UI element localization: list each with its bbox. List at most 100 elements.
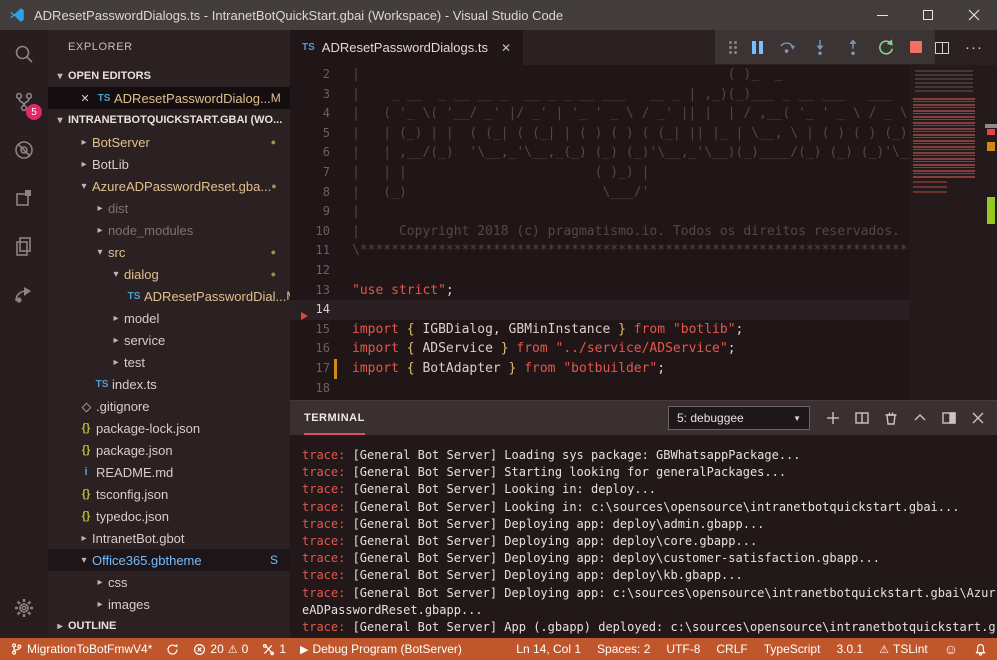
- feedback-smiley-icon[interactable]: ☺: [944, 641, 958, 657]
- eol-sequence[interactable]: CRLF: [716, 642, 747, 656]
- search-icon[interactable]: [0, 30, 48, 78]
- code-line-19[interactable]: 19export class ADResetPasswordDialog {: [290, 398, 997, 400]
- tree-item-readme-md[interactable]: iREADME.md: [48, 461, 290, 483]
- problems-item[interactable]: 20 ⚠ 0: [193, 642, 248, 656]
- git-modified-dot: ●: [271, 269, 276, 279]
- tree-item-index-ts[interactable]: TSindex.ts: [48, 373, 290, 395]
- code-line-2[interactable]: 2| ( )_ _: [290, 65, 997, 85]
- terminal-output[interactable]: trace: [General Bot Server] Loading sys …: [290, 435, 997, 638]
- minimap[interactable]: [909, 65, 985, 400]
- minimize-button[interactable]: [859, 0, 905, 30]
- code-line-6[interactable]: 6| | ,__/(_) '\__,_'\__,_(_) (_) (_)'\__…: [290, 143, 997, 163]
- stop-icon[interactable]: [910, 41, 922, 53]
- tree-item-package-lock-json[interactable]: {}package-lock.json: [48, 417, 290, 439]
- terminal-line: eADPasswordReset.gbapp...: [302, 602, 997, 619]
- tree-item-tsconfig-json[interactable]: {}tsconfig.json: [48, 483, 290, 505]
- code-line-9[interactable]: 9|: [290, 202, 997, 222]
- tree-item-src[interactable]: ▾src●: [48, 241, 290, 263]
- language-mode[interactable]: TypeScript: [764, 642, 821, 656]
- tab-close-icon[interactable]: ✕: [501, 41, 511, 55]
- code-line-7[interactable]: 7| | | ( )_) |: [290, 163, 997, 183]
- step-into-icon[interactable]: [811, 38, 829, 56]
- close-panel-icon[interactable]: [971, 411, 985, 425]
- tslint-item[interactable]: ⚠ TSLint: [879, 642, 928, 656]
- tasks-item[interactable]: 1: [262, 642, 286, 656]
- tree-item-dialog[interactable]: ▾dialog●: [48, 263, 290, 285]
- code-line-14[interactable]: 14: [290, 300, 997, 320]
- tree-item-office365-gbtheme[interactable]: ▾Office365.gbthemeS: [48, 549, 290, 571]
- overview-ruler[interactable]: [985, 65, 997, 400]
- code-line-15[interactable]: 15import { IGBDialog, GBMinInstance } fr…: [290, 320, 997, 340]
- tree-item-test[interactable]: ▸test: [48, 351, 290, 373]
- extensions-icon[interactable]: [0, 174, 48, 222]
- git-branch-item[interactable]: MigrationToBotFmwV4*: [10, 642, 152, 656]
- tree-item-css[interactable]: ▸css: [48, 571, 290, 593]
- tree-item-service[interactable]: ▸service: [48, 329, 290, 351]
- terminal-line: trace: [General Bot Server] Deploying ap…: [302, 550, 997, 567]
- code-line-11[interactable]: 11\*************************************…: [290, 241, 997, 261]
- code-line-17[interactable]: 17import { BotAdapter } from "botbuilder…: [290, 359, 997, 379]
- tree-item-adresetpassworddial[interactable]: TSADResetPasswordDial...M: [48, 285, 290, 307]
- tree-item-botserver[interactable]: ▸BotServer●: [48, 131, 290, 153]
- explorer-section-outline[interactable]: ▸OUTLINE: [48, 615, 290, 637]
- explorer-section-intranetbotquickstart-gbai-wo[interactable]: ▾INTRANETBOTQUICKSTART.GBAI (WO...: [48, 109, 290, 131]
- new-terminal-icon[interactable]: [826, 411, 840, 425]
- notifications-bell-icon[interactable]: [974, 643, 987, 656]
- explorer-section-open-editors[interactable]: ▾OPEN EDITORS: [48, 65, 290, 87]
- tree-item-label: BotLib: [92, 157, 129, 172]
- tab-adresetpassworddialogs[interactable]: TS ADResetPasswordDialogs.ts ✕: [290, 30, 523, 65]
- code-line-8[interactable]: 8| (_) \___/': [290, 183, 997, 203]
- drag-grip-icon[interactable]: [729, 41, 737, 54]
- line-content: import { ADService } from "../service/AD…: [330, 339, 997, 359]
- step-over-icon[interactable]: [778, 38, 796, 56]
- typescript-version[interactable]: 3.0.1: [836, 642, 863, 656]
- tree-item-model[interactable]: ▸model: [48, 307, 290, 329]
- close-editor-icon[interactable]: ✕: [76, 92, 94, 105]
- split-editor-icon[interactable]: [935, 42, 949, 54]
- encoding[interactable]: UTF-8: [666, 642, 700, 656]
- code-line-12[interactable]: 12: [290, 261, 997, 281]
- cursor-position[interactable]: Ln 14, Col 1: [516, 642, 581, 656]
- code-line-13[interactable]: 13"use strict";: [290, 281, 997, 301]
- files-icon[interactable]: [0, 222, 48, 270]
- debug-icon[interactable]: [0, 126, 48, 174]
- sync-item[interactable]: [166, 643, 179, 656]
- code-line-18[interactable]: 18: [290, 379, 997, 399]
- source-control-icon[interactable]: 5: [0, 78, 48, 126]
- step-out-icon[interactable]: [844, 38, 862, 56]
- collapse-panel-icon[interactable]: [913, 411, 927, 425]
- tree-item-images[interactable]: ▸images: [48, 593, 290, 615]
- pause-icon[interactable]: [752, 41, 763, 54]
- settings-gear-icon[interactable]: [0, 584, 48, 632]
- split-terminal-icon[interactable]: [855, 411, 869, 425]
- code-editor[interactable]: 2| ( )_ _3| _ __ _ __ __ _ __ _ _ __ ___…: [290, 65, 997, 400]
- code-line-5[interactable]: 5| | (_) | | ( (_| ( (_| | ( ) ( ) ( (_|…: [290, 124, 997, 144]
- kill-terminal-icon[interactable]: [884, 411, 898, 425]
- maximize-panel-icon[interactable]: [942, 411, 956, 425]
- tree-item-botlib[interactable]: ▸BotLib: [48, 153, 290, 175]
- branch-name: MigrationToBotFmwV4*: [27, 642, 152, 656]
- more-actions-icon[interactable]: ···: [965, 39, 983, 56]
- line-content: [330, 300, 997, 320]
- close-button[interactable]: [951, 0, 997, 30]
- code-line-4[interactable]: 4| ( '_ \( '__/ _' |/ _' | '_ ' _ \ / _'…: [290, 104, 997, 124]
- tree-item-adresetpassworddialog[interactable]: ✕TSADResetPasswordDialog...M: [48, 87, 290, 109]
- line-number: 10: [290, 222, 330, 242]
- maximize-button[interactable]: [905, 0, 951, 30]
- tree-item-node-modules[interactable]: ▸node_modules: [48, 219, 290, 241]
- tree-item-intranetbot-gbot[interactable]: ▸IntranetBot.gbot: [48, 527, 290, 549]
- tree-item-azureadpasswordreset-gba[interactable]: ▾AzureADPasswordReset.gba...●: [48, 175, 290, 197]
- tree-item-gitignore[interactable]: .gitignore: [48, 395, 290, 417]
- terminal-select[interactable]: 5: debuggee ▼: [668, 406, 810, 430]
- restart-icon[interactable]: [877, 38, 895, 56]
- tree-item-dist[interactable]: ▸dist: [48, 197, 290, 219]
- code-line-10[interactable]: 10| Copyright 2018 (c) pragmatismo.io. T…: [290, 222, 997, 242]
- terminal-tab[interactable]: TERMINAL: [304, 401, 365, 435]
- tree-item-package-json[interactable]: {}package.json: [48, 439, 290, 461]
- indentation[interactable]: Spaces: 2: [597, 642, 650, 656]
- code-line-3[interactable]: 3| _ __ _ __ __ _ __ _ _ __ ___ __ _ | ,…: [290, 85, 997, 105]
- tree-item-typedoc-json[interactable]: {}typedoc.json: [48, 505, 290, 527]
- debug-program-item[interactable]: ▶ Debug Program (BotServer): [300, 642, 462, 656]
- code-line-16[interactable]: 16import { ADService } from "../service/…: [290, 339, 997, 359]
- share-icon[interactable]: [0, 270, 48, 318]
